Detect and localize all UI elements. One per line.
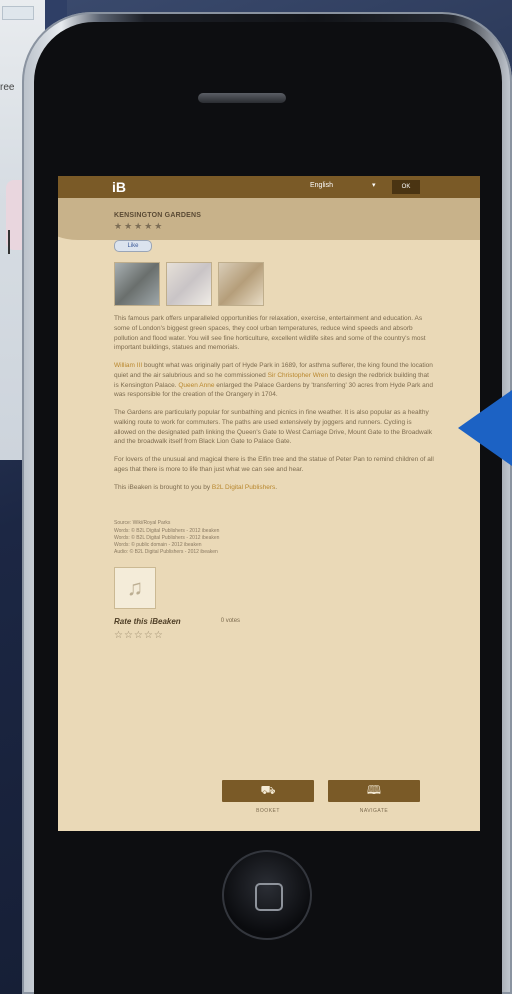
speaker-grille (198, 93, 286, 103)
credit-line: Words: © B2L Digital Publishers - 2012 i… (114, 527, 220, 534)
paragraph-history: William III bought what was originally p… (114, 361, 434, 400)
navigate-label: NAVIGATE (359, 808, 389, 814)
book-icon: ⛟ (260, 783, 276, 797)
map-label: ree (0, 82, 15, 93)
navigate-button[interactable]: 🕮 (328, 780, 420, 802)
app-logo[interactable]: iB (112, 179, 126, 195)
map-tag (2, 6, 34, 20)
home-square-icon (255, 883, 283, 911)
language-ok-button[interactable]: OK (392, 180, 420, 194)
rating-row: Rate this iBeaken 0 votes (114, 617, 434, 626)
article-content: KENSINGTON GARDENS ★★★★★ Like This famou… (114, 212, 434, 641)
credit-line: Audio: © B2L Digital Publishers - 2012 i… (114, 549, 218, 556)
home-button[interactable] (222, 850, 312, 940)
photo-thumbnail[interactable] (114, 262, 160, 306)
blue-pointer-arrow (458, 390, 512, 466)
paragraph-intro: This famous park offers unparalleled opp… (114, 315, 426, 352)
link-christopher-wren[interactable]: Sir Christopher Wren (268, 372, 329, 379)
link-queen-anne[interactable]: Queen Anne (178, 382, 214, 389)
like-button[interactable]: Like (114, 240, 152, 252)
chevron-down-icon[interactable]: ▾ (372, 181, 376, 189)
credit-line: Words: © B2L Digital Publishers - 2012 i… (114, 534, 220, 541)
rate-stars-input[interactable]: ☆☆☆☆☆ (114, 630, 434, 641)
app-screen: iB English ▾ OK KENSINGTON GARDENS ★★★★★… (58, 176, 480, 831)
photo-gallery (114, 262, 434, 306)
map-icon: 🕮 (366, 782, 382, 797)
place-rating-stars: ★★★★★ (114, 221, 165, 231)
photo-thumbnail[interactable] (218, 262, 264, 306)
paragraph-publisher: This iBeaken is brought to you by B2L Di… (114, 483, 434, 493)
language-select[interactable]: English (310, 182, 333, 189)
paragraph-activities: The Gardens are particularly popular for… (114, 409, 432, 446)
paragraph-text: This iBeaken is brought to you by (114, 483, 212, 491)
link-william-iii[interactable]: William III (114, 362, 142, 369)
music-note-icon[interactable]: ♫ (114, 566, 156, 609)
place-title: KENSINGTON GARDENS (114, 212, 202, 219)
vote-count: 0 votes (220, 617, 241, 624)
paragraph-text: . (275, 483, 278, 491)
photo-thumbnail[interactable] (166, 262, 212, 306)
rate-label: Rate this iBeaken (114, 616, 181, 626)
link-publisher[interactable]: B2L Digital Publishers (212, 484, 275, 491)
credit-line: Source: Wiki/Royal Parks (114, 520, 171, 527)
booket-button[interactable]: ⛟ (222, 780, 314, 802)
paragraph-peter-pan: For lovers of the unusual and magical th… (114, 456, 434, 473)
top-bar: iB English ▾ OK (58, 176, 480, 198)
booket-label: BOOKET (256, 808, 280, 814)
map-line (8, 230, 10, 254)
credits-block: Source: Wiki/Royal Parks Words: © B2L Di… (114, 520, 434, 556)
